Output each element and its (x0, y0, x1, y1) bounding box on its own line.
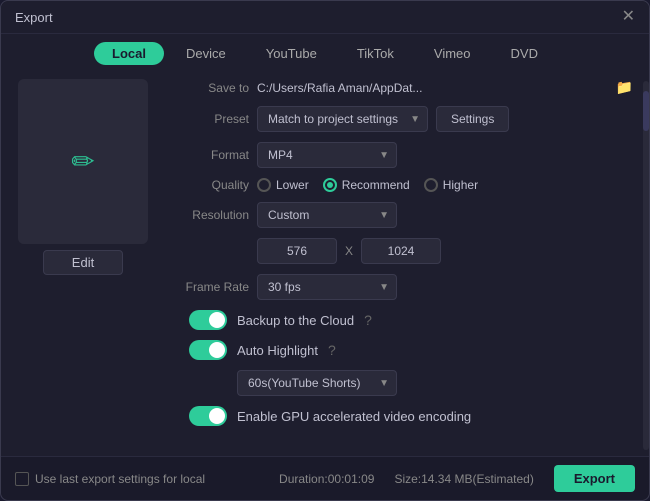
highlight-select-wrapper: 60s(YouTube Shorts) ▼ (237, 370, 397, 396)
auto-highlight-toggle[interactable] (189, 340, 227, 360)
scrollbar-thumb[interactable] (643, 91, 649, 131)
settings-button[interactable]: Settings (436, 106, 509, 132)
frame-rate-label: Frame Rate (169, 280, 249, 294)
window-title: Export (15, 10, 53, 25)
backup-label: Backup to the Cloud (237, 313, 354, 328)
preset-select-wrapper: Match to project settings ▼ (257, 106, 428, 132)
quality-lower-label: Lower (276, 178, 309, 192)
preview-panel: ✏ Edit (13, 79, 153, 452)
quality-recommend-option[interactable]: Recommend (323, 178, 410, 192)
edit-button[interactable]: Edit (43, 250, 123, 275)
tab-local[interactable]: Local (94, 42, 164, 65)
gpu-toggle-row: Enable GPU accelerated video encoding (169, 406, 633, 426)
highlight-dropdown-row: 60s(YouTube Shorts) ▼ (237, 370, 633, 396)
quality-row: Quality Lower Recommend Higher (169, 178, 633, 192)
tab-dvd[interactable]: DVD (493, 42, 556, 65)
size-info: Size:14.34 MB(Estimated) (394, 472, 533, 486)
tab-tiktok[interactable]: TikTok (339, 42, 412, 65)
scrollbar-track (643, 81, 649, 450)
tabs-container: Local Device YouTube TikTok Vimeo DVD (1, 34, 649, 71)
resolution-inputs-row: X (257, 238, 633, 264)
preset-select[interactable]: Match to project settings (257, 106, 428, 132)
quality-recommend-label: Recommend (342, 178, 410, 192)
highlight-select[interactable]: 60s(YouTube Shorts) (237, 370, 397, 396)
title-bar: Export ✕ (1, 1, 649, 34)
tab-youtube[interactable]: YouTube (248, 42, 335, 65)
last-settings-checkbox[interactable] (15, 472, 29, 486)
quality-recommend-radio[interactable] (323, 178, 337, 192)
content-area: ✏ Edit Save to C:/Users/Rafia Aman/AppDa… (1, 71, 649, 456)
backup-toggle-row: Backup to the Cloud ? (169, 310, 633, 330)
resolution-row: Resolution Custom ▼ (169, 202, 633, 228)
save-to-label: Save to (169, 81, 249, 95)
frame-rate-row: Frame Rate 30 fps ▼ (169, 274, 633, 300)
auto-highlight-toggle-row: Auto Highlight ? (169, 340, 633, 360)
resolution-x-separator: X (345, 244, 353, 258)
settings-panel: Save to C:/Users/Rafia Aman/AppDat... 📁 … (169, 79, 637, 452)
frame-rate-select-wrapper: 30 fps ▼ (257, 274, 397, 300)
last-settings-label: Use last export settings for local (35, 472, 205, 486)
backup-help-icon[interactable]: ? (364, 312, 372, 328)
tab-vimeo[interactable]: Vimeo (416, 42, 489, 65)
quality-label: Quality (169, 178, 249, 192)
preview-box: ✏ (18, 79, 148, 244)
bottom-bar: Use last export settings for local Durat… (1, 456, 649, 500)
format-label: Format (169, 148, 249, 162)
resolution-height-input[interactable] (361, 238, 441, 264)
format-select-wrapper: MP4 ▼ (257, 142, 397, 168)
bottom-right: Duration:00:01:09 Size:14.34 MB(Estimate… (279, 465, 635, 492)
quality-higher-label: Higher (443, 178, 478, 192)
frame-rate-select[interactable]: 30 fps (257, 274, 397, 300)
duration-info: Duration:00:01:09 (279, 472, 374, 486)
backup-toggle[interactable] (189, 310, 227, 330)
format-select[interactable]: MP4 (257, 142, 397, 168)
save-to-value: C:/Users/Rafia Aman/AppDat... (257, 81, 608, 95)
preset-label: Preset (169, 112, 249, 126)
export-button[interactable]: Export (554, 465, 635, 492)
gpu-label: Enable GPU accelerated video encoding (237, 409, 471, 424)
resolution-label: Resolution (169, 208, 249, 222)
quality-higher-radio[interactable] (424, 178, 438, 192)
gpu-toggle[interactable] (189, 406, 227, 426)
close-button[interactable]: ✕ (622, 9, 635, 25)
resolution-select[interactable]: Custom (257, 202, 397, 228)
auto-highlight-label: Auto Highlight (237, 343, 318, 358)
pencil-icon: ✏ (71, 145, 94, 178)
quality-lower-option[interactable]: Lower (257, 178, 309, 192)
quality-lower-radio[interactable] (257, 178, 271, 192)
format-row: Format MP4 ▼ (169, 142, 633, 168)
preset-row: Preset Match to project settings ▼ Setti… (169, 106, 633, 132)
save-to-row: Save to C:/Users/Rafia Aman/AppDat... 📁 (169, 79, 633, 96)
folder-icon[interactable]: 📁 (616, 79, 633, 96)
quality-higher-option[interactable]: Higher (424, 178, 478, 192)
tab-device[interactable]: Device (168, 42, 244, 65)
bottom-left: Use last export settings for local (15, 472, 205, 486)
export-window: Export ✕ Local Device YouTube TikTok Vim… (0, 0, 650, 501)
resolution-select-wrapper: Custom ▼ (257, 202, 397, 228)
resolution-width-input[interactable] (257, 238, 337, 264)
quality-options: Lower Recommend Higher (257, 178, 478, 192)
auto-highlight-help-icon[interactable]: ? (328, 342, 336, 358)
